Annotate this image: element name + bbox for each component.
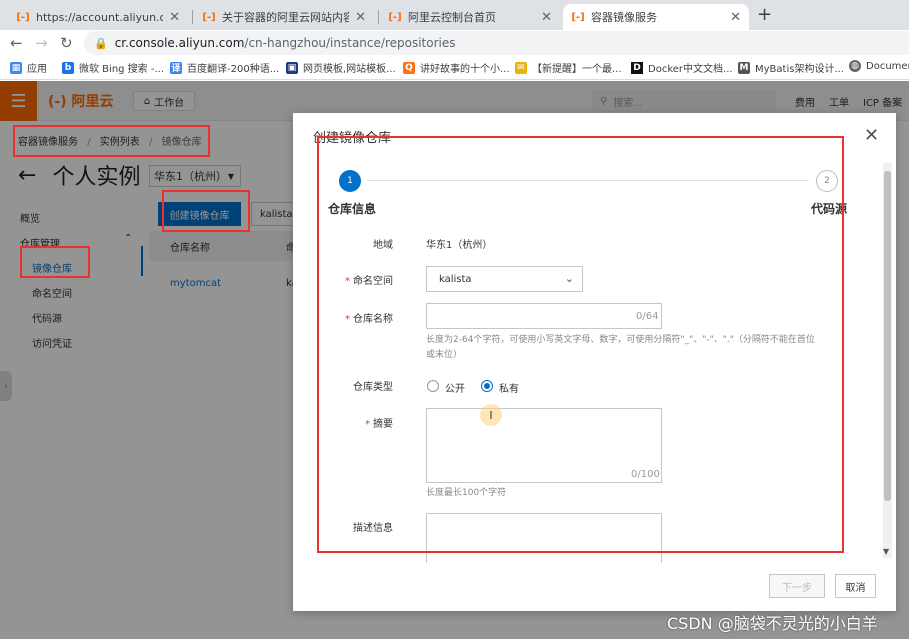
bookmark-label: 应用 (27, 64, 47, 75)
annotation-box-form (317, 136, 844, 553)
back-arrow-icon[interactable]: ← (10, 34, 23, 52)
csdn-watermark: CSDN @脑袋不灵光的小白羊 (667, 614, 878, 633)
tab-separator (378, 10, 379, 24)
browser-tab[interactable]: [-] https://account.aliyun.com/lo ✕ (8, 4, 188, 30)
tab-title: 关于容器的阿里云网站内容、产品 (222, 11, 350, 24)
annotation-box-create-button (162, 190, 250, 232)
aliyun-favicon-icon: [-] (16, 11, 30, 23)
dialog-scrollbar-thumb[interactable] (884, 171, 891, 501)
tab-title: https://account.aliyun.com/lo (36, 10, 164, 24)
bookmark-item[interactable]: ▣ 网页模板,网站模板... (286, 60, 396, 75)
bookmarks-bar: ▦ 应用 b 微软 Bing 搜索 -... 译百度翻译-200种语... ▣ 网页模… (0, 56, 909, 80)
bookmark-label: 百度翻译-200种语... (187, 64, 280, 75)
story-icon: Q (403, 61, 415, 74)
bookmark-label: Docker中文文档... (648, 64, 733, 75)
aliyun-favicon-icon: [-] (388, 11, 402, 23)
bing-icon: b (62, 61, 74, 74)
lock-icon: 🔒 (94, 36, 108, 50)
mybatis-icon: M (738, 61, 750, 74)
docker-doc-icon: D (631, 61, 643, 74)
bookmark-label: 讲好故事的十个小... (420, 64, 510, 75)
url-host: cr.console.aliyun.com (114, 36, 245, 50)
forward-arrow-icon[interactable]: → (35, 34, 48, 52)
close-icon[interactable]: ✕ (864, 125, 879, 146)
close-tab-icon[interactable]: ✕ (169, 10, 180, 25)
reload-icon[interactable]: ↻ (60, 34, 73, 52)
next-step-button[interactable]: 下一步 (769, 574, 825, 598)
browser-tab-strip: [-] https://account.aliyun.com/lo ✕ [-] … (0, 0, 909, 30)
bookmark-label: 微软 Bing 搜索 -... (79, 64, 165, 75)
bookmark-item[interactable]: ◍ Documen (849, 60, 909, 72)
browser-tab-active[interactable]: [-] 容器镜像服务 ✕ (563, 4, 749, 30)
bookmark-label: 【新提醒】一个最... (532, 64, 622, 75)
close-tab-icon[interactable]: ✕ (541, 10, 552, 25)
cancel-button[interactable]: 取消 (835, 574, 876, 598)
annotation-box-breadcrumb (13, 125, 210, 157)
tab-title: 阿里云控制台首页 (408, 11, 496, 24)
annotation-box-image-repo (20, 246, 90, 278)
browser-tab[interactable]: [-] 阿里云控制台首页 ✕ (380, 4, 560, 30)
cancel-label: 取消 (845, 582, 866, 594)
browser-tab[interactable]: [-] 关于容器的阿里云网站内容、产品 ✕ (194, 4, 374, 30)
baidu-translate-icon: 译 (170, 61, 182, 74)
bookmark-item[interactable]: 译百度翻译-200种语... (170, 60, 279, 75)
bookmark-apps[interactable]: ▦ 应用 (10, 60, 47, 75)
close-tab-icon[interactable]: ✕ (355, 10, 366, 25)
tab-separator (192, 10, 193, 24)
aliyun-favicon-icon: [-] (202, 11, 216, 23)
apps-grid-icon: ▦ (10, 61, 22, 74)
reminder-icon: ✉ (515, 61, 527, 74)
bookmark-item[interactable]: Q 讲好故事的十个小... (403, 60, 510, 75)
bookmark-item[interactable]: b 微软 Bing 搜索 -... (62, 60, 164, 75)
tab-title: 容器镜像服务 (591, 11, 657, 24)
globe-icon: ◍ (849, 60, 861, 72)
scroll-down-arrow-icon[interactable]: ▼ (883, 547, 889, 556)
bookmark-label: Documen (866, 60, 909, 72)
address-bar-row: ← → ↻ 🔒 cr.console.aliyun.com/cn-hangzho… (0, 30, 909, 56)
bookmark-item[interactable]: ✉ 【新提醒】一个最... (515, 60, 622, 75)
url-path: /cn-hangzhou/instance/repositories (244, 36, 456, 50)
bookmark-item[interactable]: D Docker中文文档... (631, 60, 733, 75)
next-step-label: 下一步 (782, 582, 812, 594)
close-tab-icon[interactable]: ✕ (730, 10, 741, 25)
bookmark-item[interactable]: M MyBatis架构设计... (738, 60, 844, 75)
url-field[interactable]: 🔒 cr.console.aliyun.com/cn-hangzhou/inst… (84, 31, 909, 55)
new-tab-icon[interactable]: + (757, 4, 772, 25)
template-site-icon: ▣ (286, 61, 298, 74)
bookmark-label: MyBatis架构设计... (755, 64, 844, 75)
aliyun-favicon-icon: [-] (571, 11, 585, 23)
bookmark-label: 网页模板,网站模板... (303, 64, 396, 75)
